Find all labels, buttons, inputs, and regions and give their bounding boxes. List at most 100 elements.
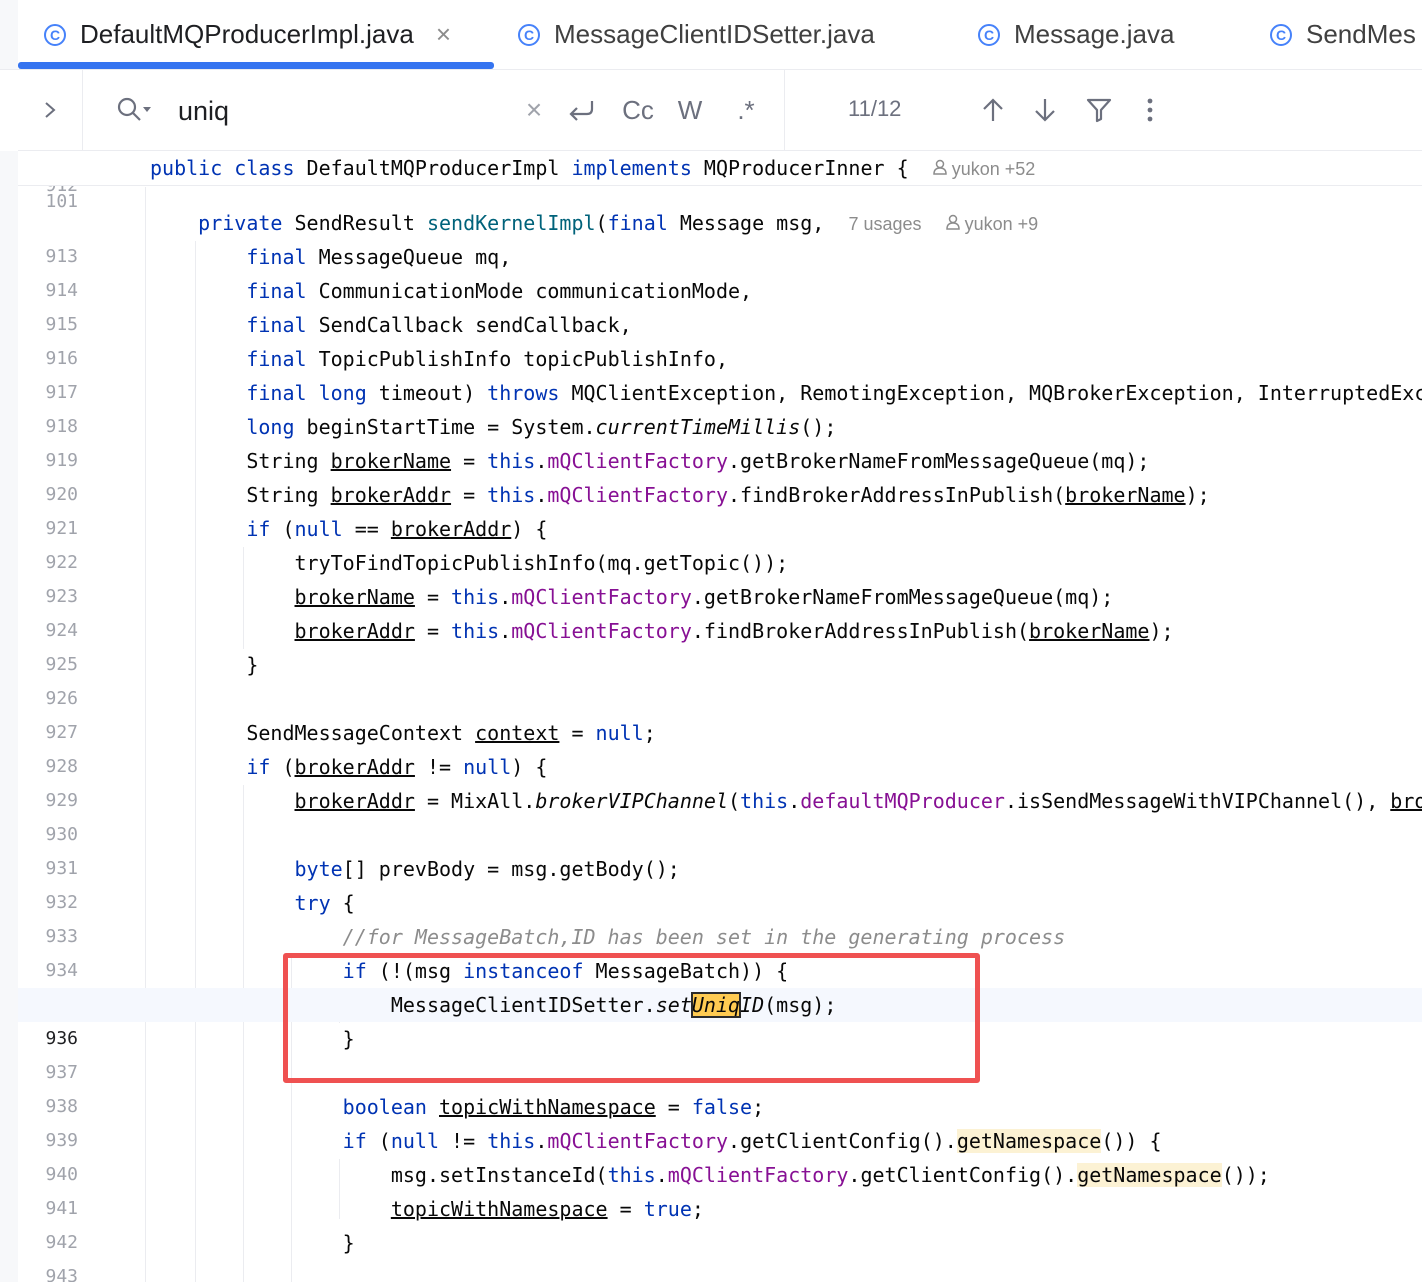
search-input[interactable] [176,90,510,132]
code-editor[interactable]: 101 public class DefaultMQProducerImpl i… [0,151,1422,1282]
tab-messageclientidsetter[interactable]: C MessageClientIDSetter.java [518,0,875,69]
code-text: if (null != this.mQClientFactory.getClie… [342,1129,1162,1153]
person-icon [945,214,960,230]
next-occurrence-button[interactable] [1030,88,1060,132]
code-line[interactable]: 944 [18,1260,1422,1282]
close-icon[interactable]: × [436,19,451,50]
code-text: msg.setInstanceId(this.mQClientFactory.g… [150,1163,1270,1187]
new-line-button[interactable] [562,88,602,132]
usages-hint[interactable]: 7 usages [848,214,921,234]
code-line[interactable]: 919 long beginStartTime = System.current… [18,410,1422,471]
code-text: tryToFindTopicPublishInfo(mq.getTopic())… [150,551,789,575]
code-text: public class DefaultMQProducerImpl imple… [150,156,1036,180]
code-line[interactable]: 924 brokerName = this.mQClientFactory.ge… [18,580,1422,641]
code-line[interactable]: 935 if (!(msg instanceof MessageBatch)) … [18,954,1422,1015]
code-line[interactable]: 926 } [18,648,1422,709]
code-text: brokerName = this.mQClientFactory.getBro… [294,585,1114,609]
code-line[interactable]: 940 if (null != this.mQClientFactory.get… [18,1124,1422,1185]
author-hint[interactable]: yukon +52 [932,159,1036,179]
line-number: 101 [45,191,78,212]
code-text: private SendResult sendKernelImpl(final … [198,211,1039,235]
code-line[interactable]: 941 msg.setInstanceId(this.mQClientFacto… [18,1158,1422,1219]
code-line[interactable]: 928 SendMessageContext context = null; [18,716,1422,777]
code-line[interactable]: 943 } [18,1226,1422,1282]
find-in-file-bar: × Cc W .* 11/12 [18,70,1422,151]
code-comment: //for MessageBatch,ID has been set in th… [342,925,1066,949]
code-line[interactable]: 933 try { [18,886,1422,947]
clear-search-button[interactable]: × [518,88,550,132]
code-text: long beginStartTime = System.currentTime… [246,415,837,439]
code-text: final CommunicationMode communicationMod… [246,279,753,303]
author-hint[interactable]: yukon +9 [945,214,1039,234]
code-text: brokerAddr = MixAll.brokerVIPChannel(thi… [294,789,1422,813]
code-line[interactable]: 937 } [18,1022,1422,1083]
code-line[interactable]: 925 brokerAddr = this.mQClientFactory.fi… [18,614,1422,675]
code-line[interactable]: 923 tryToFindTopicPublishInfo(mq.getTopi… [18,546,1422,607]
code-line[interactable]: 939 boolean topicWithNamespace = false; [18,1090,1422,1151]
editor-tab-bar: C DefaultMQProducerImpl.java × C Message… [0,0,1422,70]
current-code-line[interactable]: 936 MessageClientIDSetter.setUniqID(msg)… [18,988,1422,1049]
class-icon: C [518,23,540,46]
match-case-button[interactable]: Cc [616,88,660,132]
previous-occurrence-button[interactable] [978,88,1008,132]
search-result-count: 11/12 [848,96,902,121]
code-line[interactable]: 929 if (brokerAddr != null) { [18,750,1422,811]
tab-bar-left-strip [0,0,18,69]
code-line[interactable]: 913 private SendResult sendKernelImpl(fi… [18,206,1422,267]
code-line[interactable]: 922 if (null == brokerAddr) { [18,512,1422,573]
code-line[interactable]: 927 [18,682,1422,743]
search-match-highlight: Uniq [690,992,742,1018]
code-text: String brokerName = this.mQClientFactory… [150,449,1150,473]
tab-defaultmqproducerimpl[interactable]: C DefaultMQProducerImpl.java × [44,0,451,69]
active-tab-indicator [18,62,494,69]
search-icon[interactable] [116,96,152,124]
expand-replace-toggle[interactable] [18,70,83,150]
code-text: topicWithNamespace = true; [390,1197,704,1221]
filter-button[interactable] [1082,88,1116,132]
tab-message[interactable]: C Message.java [978,0,1174,69]
code-text: final long timeout) throws MQClientExcep… [246,381,1422,405]
sticky-class-header[interactable]: 101 public class DefaultMQProducerImpl i… [18,151,1422,212]
code-line[interactable]: 920 String brokerName = this.mQClientFac… [18,444,1422,505]
code-text: MessageClientIDSetter.setUniqID(msg); [150,992,837,1018]
code-line[interactable]: 914 final MessageQueue mq, [18,240,1422,301]
code-line[interactable]: 917 final TopicPublishInfo topicPublishI… [18,342,1422,403]
author-hint-text: yukon +52 [951,159,1036,179]
tab-sendmessage[interactable]: C SendMes [1270,0,1416,69]
code-line[interactable]: 938 [18,1056,1422,1117]
tab-label: SendMes [1306,19,1416,49]
author-hint-text: yukon +9 [964,214,1039,234]
code-line[interactable]: 942 topicWithNamespace = true; [18,1192,1422,1253]
class-icon: C [44,23,66,46]
code-text: SendMessageContext context = null; [150,721,656,745]
arrow-up-icon [983,98,1003,121]
person-icon [932,159,947,175]
code-line[interactable]: 931 [18,818,1422,879]
more-vertical-icon [1147,98,1153,122]
code-text: if (!(msg instanceof MessageBatch)) { [342,959,789,983]
code-text: final TopicPublishInfo topicPublishInfo, [246,347,728,371]
code-text: final MessageQueue mq, [246,245,512,269]
code-text: } [150,1231,355,1255]
gutter-left-strip [0,151,18,1282]
return-arrow-icon [569,101,594,121]
code-text: } [150,653,259,677]
code-line[interactable]: 918 final long timeout) throws MQClientE… [18,376,1422,437]
regex-button[interactable]: .* [726,88,766,132]
code-line[interactable]: 934 //for MessageBatch,ID has been set i… [18,920,1422,981]
tab-label: Message.java [1014,19,1175,49]
code-text: } [150,1027,355,1051]
code-line[interactable]: 915 final CommunicationMode communicatio… [18,274,1422,335]
filter-icon [1086,98,1112,123]
code-text: if (null == brokerAddr) { [246,517,548,541]
code-text: if (brokerAddr != null) { [246,755,548,779]
code-line[interactable]: 916 final SendCallback sendCallback, [18,308,1422,369]
more-options-button[interactable] [1136,88,1164,132]
code-line[interactable]: 921 String brokerAddr = this.mQClientFac… [18,478,1422,539]
class-icon: C [978,23,1000,46]
code-line[interactable]: 930 brokerAddr = MixAll.brokerVIPChannel… [18,784,1422,845]
code-line[interactable]: 932 byte[] prevBody = msg.getBody(); [18,852,1422,913]
whole-words-button[interactable]: W [672,88,708,132]
code-text: try { [294,891,355,915]
chevron-right-icon [45,102,56,118]
